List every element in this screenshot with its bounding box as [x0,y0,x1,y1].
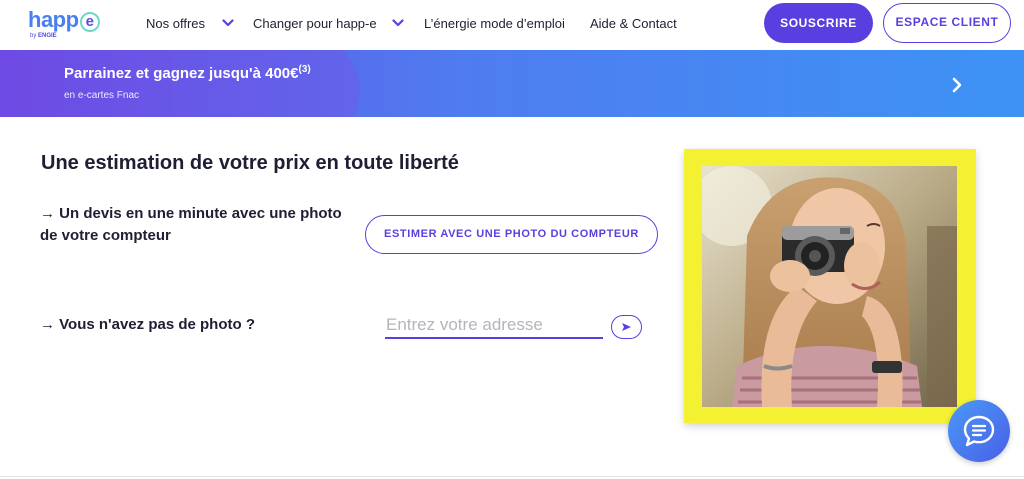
address-submit-button[interactable] [611,315,642,339]
chat-bubble-icon [963,415,995,447]
section-title: Une estimation de votre prix en toute li… [41,152,459,174]
site-header: happ e by ENGIE Nos offres Changer pour h… [0,0,1024,50]
arrow-right-icon [622,323,631,331]
nav-nos-offres[interactable]: Nos offres [146,16,205,31]
banner-subtitle: en e-cartes Fnac [64,90,140,101]
souscrire-button[interactable]: SOUSCRIRE [764,3,873,43]
referral-banner[interactable]: Parrainez et gagnez jusqu'à 400€(3) en e… [0,50,1024,117]
chevron-down-icon[interactable] [222,19,234,27]
photo-quote-text: → Un devis en une minute avec une photo … [40,205,342,244]
address-input[interactable] [385,313,603,339]
logo-byline: by ENGIE [30,33,57,39]
banner-decoration [0,50,360,117]
nav-changer-pour-happ-e[interactable]: Changer pour happ-e [253,16,377,31]
divider [0,476,1024,477]
nav-aide-contact[interactable]: Aide & Contact [590,16,677,31]
logo-e-circle: e [79,12,100,32]
logo-wordmark: happ e [28,7,100,33]
chevron-right-icon[interactable] [950,77,964,93]
banner-footnote: (3) [298,64,311,75]
chat-button[interactable] [948,400,1010,462]
happ-e-logo[interactable]: happ e by ENGIE [28,7,108,43]
woman-with-camera-photo [702,166,957,407]
nav-energie-mode-emploi[interactable]: L’énergie mode d’emploi [424,16,565,31]
estimate-with-photo-button[interactable]: ESTIMER AVEC UNE PHOTO DU COMPTEUR [365,215,658,254]
no-photo-text: → Vous n'avez pas de photo ? [40,316,255,333]
espace-client-button[interactable]: ESPACE CLIENT [883,3,1011,43]
chevron-down-icon[interactable] [392,19,404,27]
banner-title: Parrainez et gagnez jusqu'à 400€(3) [64,64,311,82]
